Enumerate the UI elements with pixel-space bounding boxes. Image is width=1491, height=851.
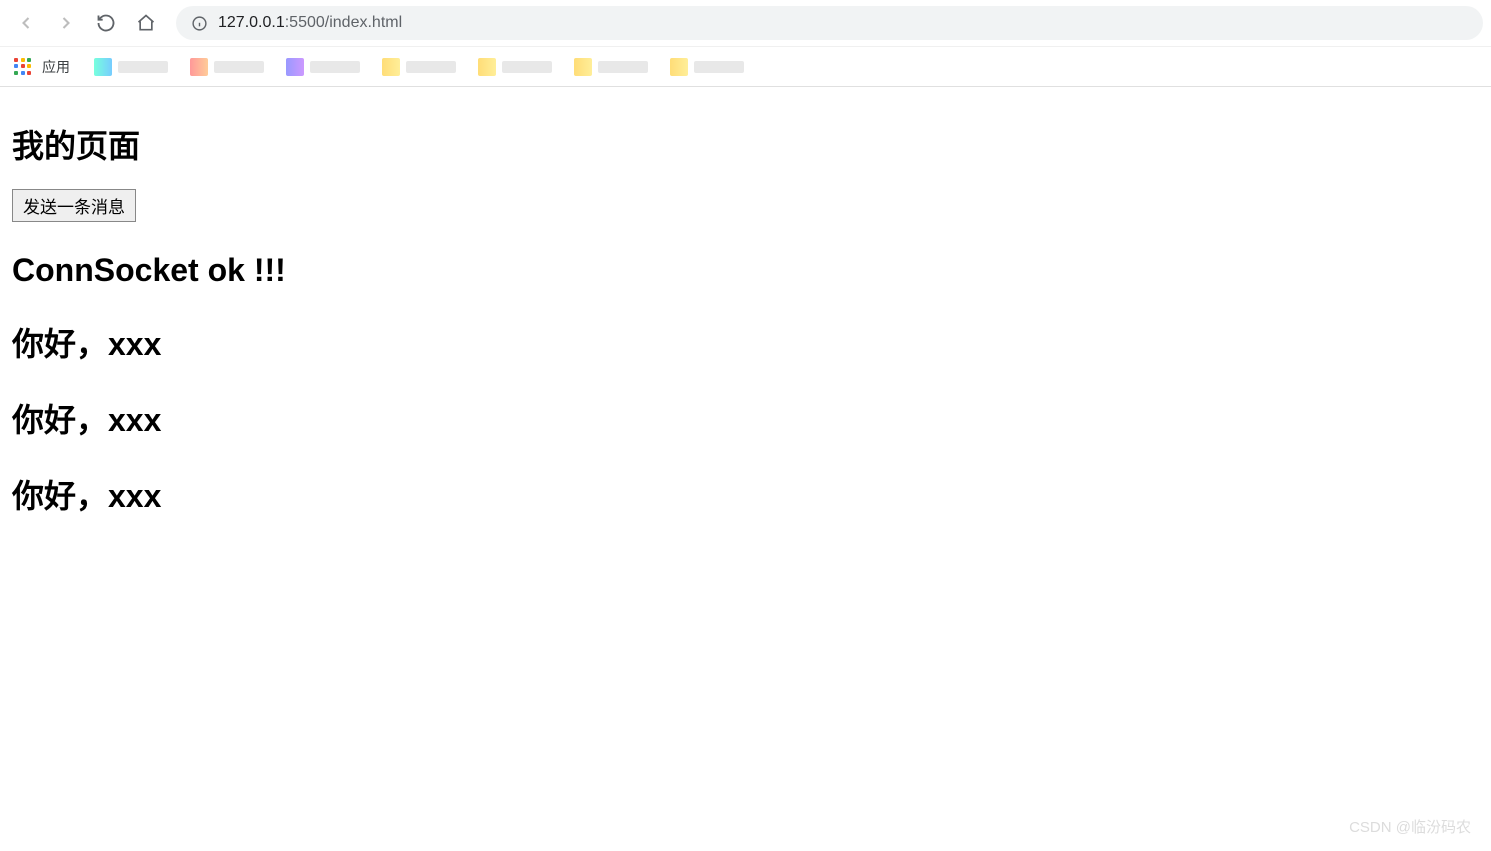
url-port: :5500 bbox=[285, 14, 325, 31]
page-title: 我的页面 bbox=[12, 121, 1479, 167]
browser-chrome: 127.0.0.1:5500/index.html 应用 bbox=[0, 0, 1491, 87]
bookmark-label bbox=[694, 61, 744, 73]
browser-toolbar: 127.0.0.1:5500/index.html bbox=[0, 0, 1491, 46]
bookmark-favicon bbox=[94, 58, 112, 76]
bookmark-favicon bbox=[286, 58, 304, 76]
bookmark-favicon bbox=[382, 58, 400, 76]
page-content: 我的页面 发送一条消息 ConnSocket ok !!! 你好，xxx 你好，… bbox=[0, 87, 1491, 559]
bookmark-item[interactable] bbox=[472, 54, 558, 80]
bookmark-favicon bbox=[670, 58, 688, 76]
reload-button[interactable] bbox=[88, 5, 124, 41]
back-button[interactable] bbox=[8, 5, 44, 41]
bookmark-label bbox=[118, 61, 168, 73]
send-message-button[interactable]: 发送一条消息 bbox=[12, 189, 136, 222]
message-line: 你好，xxx bbox=[12, 319, 1479, 365]
bookmark-item[interactable] bbox=[376, 54, 462, 80]
bookmark-item[interactable] bbox=[184, 54, 270, 80]
message-line: ConnSocket ok !!! bbox=[12, 252, 1479, 289]
message-line: 你好，xxx bbox=[12, 471, 1479, 517]
url-host: 127.0.0.1 bbox=[218, 14, 285, 31]
url-text: 127.0.0.1:5500/index.html bbox=[218, 14, 402, 32]
apps-label[interactable]: 应用 bbox=[42, 57, 70, 77]
bookmark-favicon bbox=[190, 58, 208, 76]
bookmark-label bbox=[502, 61, 552, 73]
site-info-icon[interactable] bbox=[190, 14, 208, 32]
apps-icon[interactable] bbox=[14, 58, 32, 76]
message-line: 你好，xxx bbox=[12, 395, 1479, 441]
bookmark-label bbox=[406, 61, 456, 73]
bookmark-label bbox=[598, 61, 648, 73]
bookmark-favicon bbox=[478, 58, 496, 76]
bookmark-item[interactable] bbox=[280, 54, 366, 80]
url-path: /index.html bbox=[325, 14, 402, 31]
bookmark-label bbox=[310, 61, 360, 73]
bookmark-item[interactable] bbox=[664, 54, 750, 80]
home-button[interactable] bbox=[128, 5, 164, 41]
bookmark-item[interactable] bbox=[88, 54, 174, 80]
bookmark-item[interactable] bbox=[568, 54, 654, 80]
forward-button[interactable] bbox=[48, 5, 84, 41]
bookmarks-bar: 应用 bbox=[0, 46, 1491, 86]
bookmark-label bbox=[214, 61, 264, 73]
bookmark-favicon bbox=[574, 58, 592, 76]
address-bar[interactable]: 127.0.0.1:5500/index.html bbox=[176, 6, 1483, 40]
watermark: CSDN @临汾码农 bbox=[1349, 816, 1471, 837]
